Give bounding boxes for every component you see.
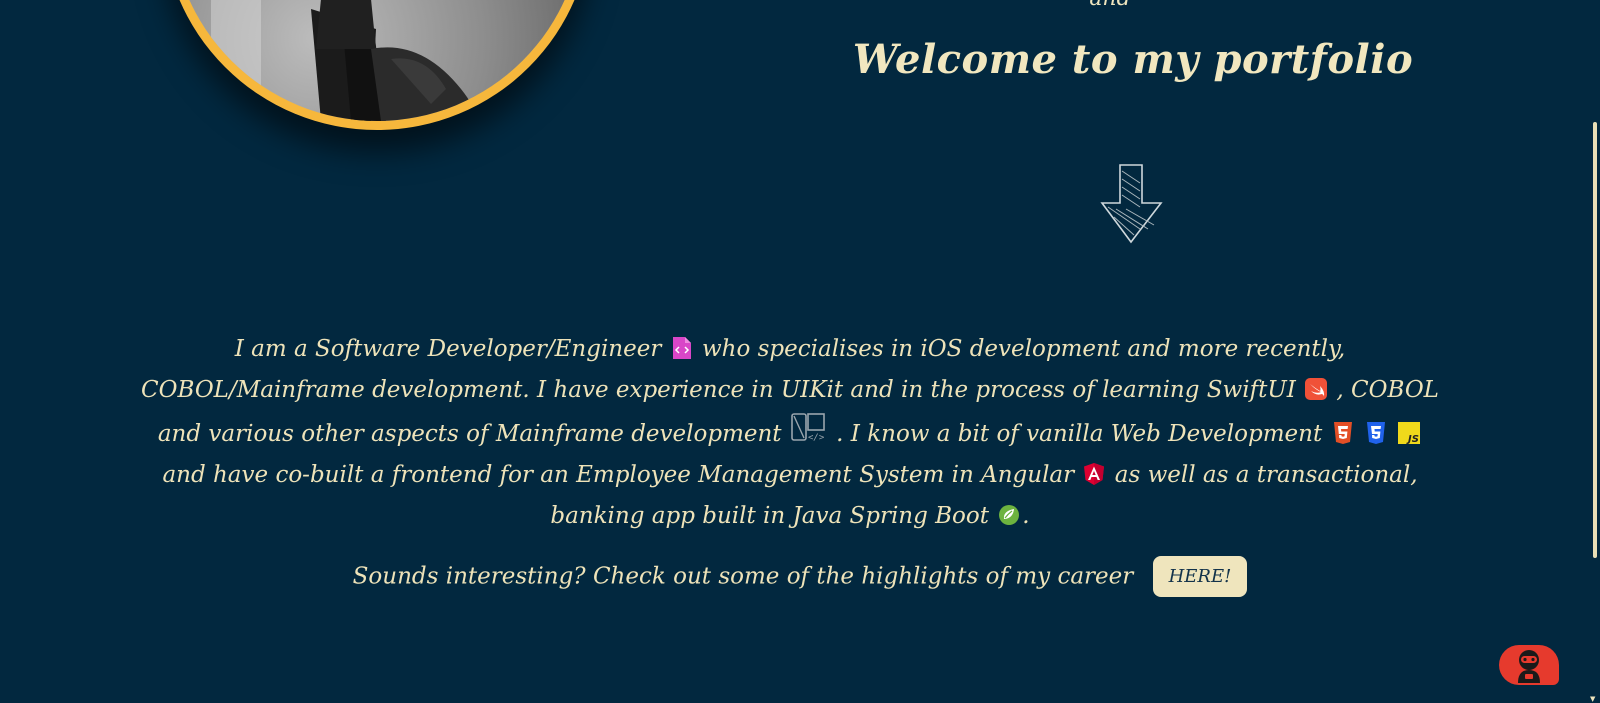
welcome-heading: Welcome to my portfolio	[852, 36, 1414, 83]
code-file-icon	[671, 336, 693, 360]
swift-icon	[1305, 377, 1328, 401]
profile-photo-image	[171, 0, 583, 121]
bio-text-7: .	[1022, 503, 1030, 529]
bio-text-4: . I know a bit of vanilla Web Developmen…	[836, 421, 1323, 447]
angular-icon	[1083, 462, 1105, 486]
mainframe-code-icon: </>	[791, 411, 827, 443]
javascript-icon-label: JS	[1406, 434, 1419, 445]
career-cta: Sounds interesting? Check out some of th…	[0, 556, 1600, 597]
here-button[interactable]: HERE!	[1152, 556, 1248, 597]
robot-avatar-icon	[1518, 650, 1540, 683]
bio-text-5: and have co-built a frontend for an Empl…	[162, 462, 1075, 488]
cta-text: Sounds interesting? Check out some of th…	[352, 563, 1134, 590]
scrollbar[interactable]: ▼	[1588, 0, 1600, 703]
page: and Welcome to my portfolio I am a Softw…	[0, 0, 1600, 703]
scroll-down-chevron-icon[interactable]: ▼	[1590, 696, 1598, 703]
profile-photo	[162, 0, 592, 130]
svg-text:</>: </>	[808, 433, 825, 443]
spring-boot-icon	[998, 503, 1020, 527]
intro-and-text: and	[1085, 0, 1135, 11]
chat-assistant-button[interactable]	[1499, 645, 1559, 685]
scroll-down-arrow-icon	[1100, 163, 1164, 249]
bio-text-1: I am a Software Developer/Engineer	[234, 336, 662, 362]
css3-icon	[1365, 421, 1387, 445]
html5-icon	[1332, 421, 1354, 445]
scrollbar-thumb[interactable]	[1593, 122, 1597, 558]
bio-paragraph: I am a Software Developer/Engineer who s…	[140, 329, 1440, 537]
javascript-icon: JS	[1398, 421, 1421, 445]
